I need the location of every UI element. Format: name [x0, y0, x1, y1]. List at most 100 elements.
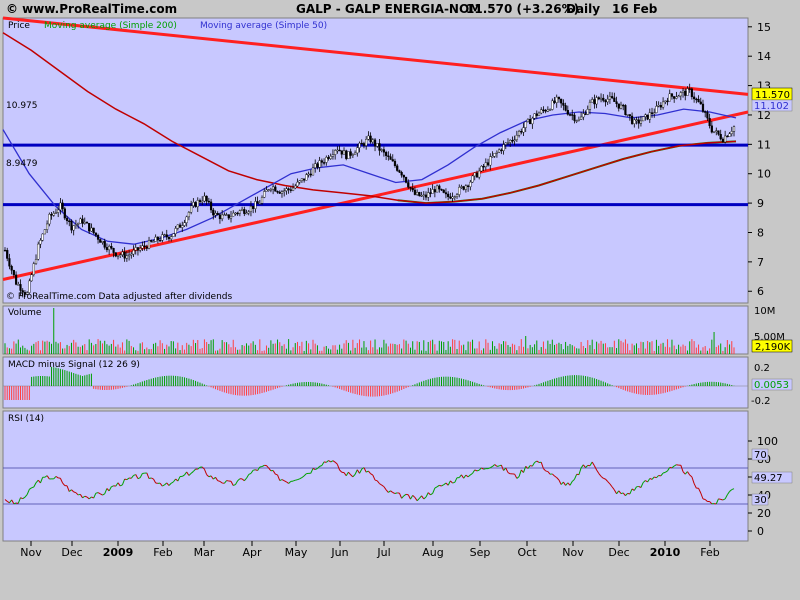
candle-body	[74, 224, 78, 226]
candle-body	[263, 191, 266, 198]
candle-body	[201, 200, 204, 203]
rsi-segment	[124, 478, 127, 481]
macd-tick-pos: 0.2	[754, 363, 770, 374]
candle-body	[630, 115, 634, 124]
candle-body	[307, 173, 310, 176]
candle-body	[280, 191, 284, 194]
x-tick-label: Aug	[422, 546, 443, 559]
candle-body	[103, 241, 106, 248]
candle-body	[666, 100, 669, 103]
candle-body	[469, 181, 472, 188]
candle-body	[340, 150, 343, 155]
candle-body	[123, 251, 126, 259]
candle-body	[52, 213, 55, 216]
candle-body	[17, 284, 20, 286]
candle-body	[373, 139, 377, 147]
candle-body	[475, 172, 479, 178]
x-tick-label: Nov	[562, 546, 584, 559]
candle-body	[245, 212, 248, 215]
candle-body	[409, 187, 412, 189]
candle-body	[686, 88, 689, 96]
rsi-segment	[148, 477, 152, 480]
candle-body	[99, 239, 102, 243]
rsi-segment	[718, 498, 721, 500]
candle-body	[351, 154, 354, 156]
candle-body	[214, 213, 217, 216]
candle-body	[196, 200, 199, 208]
candle-body	[710, 125, 713, 133]
candle-body	[30, 274, 33, 282]
candle-body	[145, 246, 148, 249]
chart-svg: 6789101112131415 Price Moving average (S…	[2, 16, 793, 559]
candle-body	[316, 163, 319, 168]
candle-body	[402, 174, 405, 178]
candle-body	[690, 88, 693, 98]
candle-body	[92, 227, 95, 234]
candle-body	[606, 98, 609, 103]
candle-body	[495, 151, 499, 154]
candle-body	[435, 185, 439, 193]
candle-body	[404, 176, 408, 183]
candle-body	[708, 117, 711, 126]
candle-body	[156, 236, 159, 241]
candle-body	[655, 105, 658, 113]
candle-body	[134, 247, 137, 251]
candle-body	[353, 152, 357, 155]
candle-body	[467, 185, 470, 188]
candle-body	[644, 114, 647, 117]
candle-body	[533, 113, 536, 119]
candle-body	[688, 88, 691, 90]
candle-body	[535, 113, 538, 116]
candle-body	[624, 105, 627, 115]
price-tick-label: 10	[757, 168, 771, 181]
candle-body	[294, 185, 297, 189]
candle-body	[493, 153, 496, 157]
candle-body	[203, 195, 206, 202]
candle-body	[582, 113, 585, 118]
rsi-lower-label: 30	[754, 495, 767, 506]
candle-body	[205, 195, 208, 202]
candle-body	[243, 209, 246, 214]
candle-body	[212, 209, 215, 216]
candle-body	[595, 97, 598, 105]
x-tick-label: Sep	[470, 546, 491, 559]
candle-body	[407, 182, 410, 188]
candle-body	[331, 154, 335, 157]
candle-body	[701, 103, 705, 112]
candle-body	[314, 163, 317, 168]
candle-body	[41, 233, 44, 241]
candle-body	[185, 216, 188, 223]
candle-body	[309, 173, 312, 176]
candle-body	[141, 245, 144, 249]
candle-body	[486, 162, 490, 166]
candle-body	[393, 160, 397, 167]
candle-body	[730, 131, 733, 134]
price-tick-label: 9	[757, 197, 764, 210]
candle-body	[356, 147, 359, 154]
candle-body	[460, 186, 463, 188]
candle-body	[194, 202, 197, 208]
macd-last-label: 0.0053	[754, 380, 789, 391]
candle-body	[628, 114, 631, 117]
candle-body	[593, 99, 596, 105]
rsi-segment	[545, 470, 549, 473]
candle-body	[192, 202, 195, 207]
candle-body	[531, 117, 534, 125]
candle-body	[599, 97, 603, 100]
candle-body	[65, 217, 69, 222]
legend-ma200: Moving average (Simple 200)	[44, 21, 177, 31]
candle-body	[551, 100, 554, 110]
candle-body	[396, 165, 399, 171]
candle-body	[83, 221, 86, 224]
candle-body	[411, 188, 414, 191]
candle-body	[132, 249, 135, 255]
candle-body	[387, 155, 390, 157]
candle-body	[258, 203, 261, 205]
candle-body	[608, 96, 612, 100]
candle-body	[473, 172, 476, 177]
rsi-panel	[2, 410, 749, 542]
candle-body	[322, 162, 326, 164]
macd-label: MACD minus Signal (12 26 9)	[8, 360, 140, 370]
candle-body	[506, 142, 510, 144]
candle-body	[110, 246, 113, 249]
